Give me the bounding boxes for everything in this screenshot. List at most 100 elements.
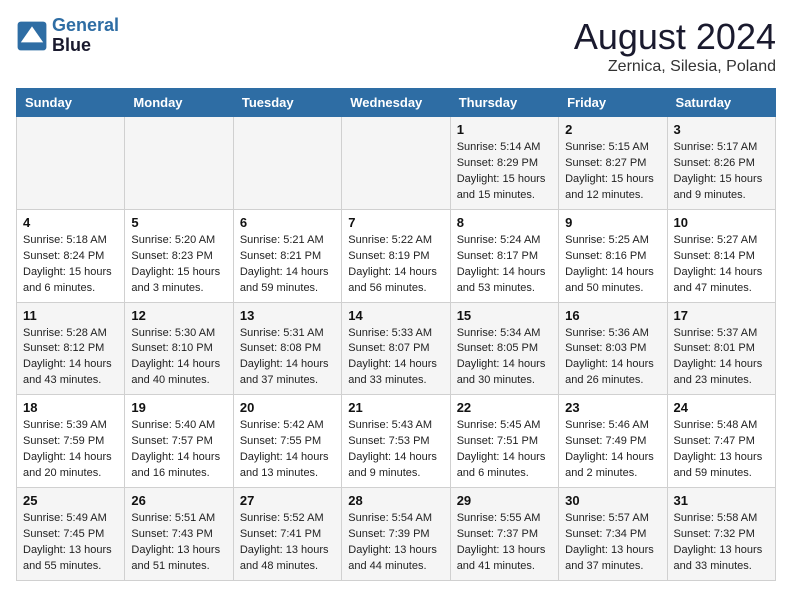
calendar-cell: 27 Sunrise: 5:52 AM Sunset: 7:41 PM Dayli…: [233, 488, 341, 581]
day-info: Sunrise: 5:22 AM Sunset: 8:19 PM Dayligh…: [348, 233, 443, 297]
calendar-cell: 19 Sunrise: 5:40 AM Sunset: 7:57 PM Dayli…: [125, 395, 233, 488]
day-info: Sunrise: 5:54 AM Sunset: 7:39 PM Dayligh…: [348, 511, 443, 575]
day-number: 14: [348, 308, 443, 323]
day-number: 27: [240, 493, 335, 508]
day-info: Sunrise: 5:52 AM Sunset: 7:41 PM Dayligh…: [240, 511, 335, 575]
calendar-cell: 22Sunrise: 5:45 AM Sunset: 7:51 PM Dayli…: [450, 395, 558, 488]
calendar-cell: 9 Sunrise: 5:25 AM Sunset: 8:16 PM Daylig…: [559, 209, 667, 302]
day-number: 8: [457, 215, 552, 230]
day-number: 15: [457, 308, 552, 323]
calendar-cell: 23 Sunrise: 5:46 AM Sunset: 7:49 PM Dayli…: [559, 395, 667, 488]
calendar-cell: 18 Sunrise: 5:39 AM Sunset: 7:59 PM Dayli…: [17, 395, 125, 488]
calendar-cell: 16 Sunrise: 5:36 AM Sunset: 8:03 PM Dayli…: [559, 302, 667, 395]
calendar-week-3: 11 Sunrise: 5:28 AM Sunset: 8:12 PM Dayli…: [17, 302, 776, 395]
day-number: 29: [457, 493, 552, 508]
weekday-header-monday: Monday: [125, 89, 233, 117]
location: Zernica, Silesia, Poland: [574, 58, 776, 76]
day-number: 4: [23, 215, 118, 230]
day-info: Sunrise: 5:37 AM Sunset: 8:01 PM Dayligh…: [674, 326, 769, 390]
calendar-cell: 10Sunrise: 5:27 AM Sunset: 8:14 PM Dayli…: [667, 209, 775, 302]
day-number: 10: [674, 215, 769, 230]
weekday-header-sunday: Sunday: [17, 89, 125, 117]
logo-line2: Blue: [52, 36, 119, 56]
calendar-cell: 24Sunrise: 5:48 AM Sunset: 7:47 PM Dayli…: [667, 395, 775, 488]
weekday-header-wednesday: Wednesday: [342, 89, 450, 117]
day-info: Sunrise: 5:21 AM Sunset: 8:21 PM Dayligh…: [240, 233, 335, 297]
calendar-cell: 29 Sunrise: 5:55 AM Sunset: 7:37 PM Dayli…: [450, 488, 558, 581]
calendar-cell: 6Sunrise: 5:21 AM Sunset: 8:21 PM Daylig…: [233, 209, 341, 302]
day-number: 13: [240, 308, 335, 323]
calendar-table: SundayMondayTuesdayWednesdayThursdayFrid…: [16, 88, 776, 581]
title-section: August 2024 Zernica, Silesia, Poland: [574, 16, 776, 76]
weekday-header-saturday: Saturday: [667, 89, 775, 117]
day-number: 22: [457, 400, 552, 415]
weekday-header-friday: Friday: [559, 89, 667, 117]
day-number: 5: [131, 215, 226, 230]
day-info: Sunrise: 5:40 AM Sunset: 7:57 PM Dayligh…: [131, 418, 226, 482]
day-info: Sunrise: 5:15 AM Sunset: 8:27 PM Dayligh…: [565, 140, 660, 204]
day-number: 16: [565, 308, 660, 323]
day-number: 26: [131, 493, 226, 508]
day-info: Sunrise: 5:14 AM Sunset: 8:29 PM Dayligh…: [457, 140, 552, 204]
calendar-body: 1Sunrise: 5:14 AM Sunset: 8:29 PM Daylig…: [17, 117, 776, 581]
calendar-cell: [125, 117, 233, 210]
calendar-cell: [342, 117, 450, 210]
day-info: Sunrise: 5:33 AM Sunset: 8:07 PM Dayligh…: [348, 326, 443, 390]
logo-line1: General: [52, 15, 119, 35]
day-info: Sunrise: 5:25 AM Sunset: 8:16 PM Dayligh…: [565, 233, 660, 297]
calendar-cell: 17 Sunrise: 5:37 AM Sunset: 8:01 PM Dayli…: [667, 302, 775, 395]
day-number: 20: [240, 400, 335, 415]
day-info: Sunrise: 5:20 AM Sunset: 8:23 PM Dayligh…: [131, 233, 226, 297]
day-number: 3: [674, 122, 769, 137]
day-info: Sunrise: 5:31 AM Sunset: 8:08 PM Dayligh…: [240, 326, 335, 390]
day-number: 28: [348, 493, 443, 508]
day-info: Sunrise: 5:46 AM Sunset: 7:49 PM Dayligh…: [565, 418, 660, 482]
day-number: 21: [348, 400, 443, 415]
weekday-header-thursday: Thursday: [450, 89, 558, 117]
day-number: 23: [565, 400, 660, 415]
calendar-week-1: 1Sunrise: 5:14 AM Sunset: 8:29 PM Daylig…: [17, 117, 776, 210]
day-info: Sunrise: 5:36 AM Sunset: 8:03 PM Dayligh…: [565, 326, 660, 390]
day-info: Sunrise: 5:58 AM Sunset: 7:32 PM Dayligh…: [674, 511, 769, 575]
calendar-cell: 5 Sunrise: 5:20 AM Sunset: 8:23 PM Daylig…: [125, 209, 233, 302]
calendar-header: SundayMondayTuesdayWednesdayThursdayFrid…: [17, 89, 776, 117]
day-number: 17: [674, 308, 769, 323]
calendar-cell: 13 Sunrise: 5:31 AM Sunset: 8:08 PM Dayli…: [233, 302, 341, 395]
day-info: Sunrise: 5:24 AM Sunset: 8:17 PM Dayligh…: [457, 233, 552, 297]
day-info: Sunrise: 5:42 AM Sunset: 7:55 PM Dayligh…: [240, 418, 335, 482]
day-number: 9: [565, 215, 660, 230]
day-info: Sunrise: 5:28 AM Sunset: 8:12 PM Dayligh…: [23, 326, 118, 390]
calendar-week-4: 18 Sunrise: 5:39 AM Sunset: 7:59 PM Dayli…: [17, 395, 776, 488]
month-year: August 2024: [574, 16, 776, 58]
day-number: 25: [23, 493, 118, 508]
calendar-cell: 4 Sunrise: 5:18 AM Sunset: 8:24 PM Daylig…: [17, 209, 125, 302]
weekday-header-row: SundayMondayTuesdayWednesdayThursdayFrid…: [17, 89, 776, 117]
calendar-week-2: 4 Sunrise: 5:18 AM Sunset: 8:24 PM Daylig…: [17, 209, 776, 302]
weekday-header-tuesday: Tuesday: [233, 89, 341, 117]
logo: General Blue: [16, 16, 119, 56]
calendar-cell: 30Sunrise: 5:57 AM Sunset: 7:34 PM Dayli…: [559, 488, 667, 581]
day-number: 18: [23, 400, 118, 415]
day-number: 11: [23, 308, 118, 323]
day-info: Sunrise: 5:55 AM Sunset: 7:37 PM Dayligh…: [457, 511, 552, 575]
day-number: 30: [565, 493, 660, 508]
calendar-cell: 26 Sunrise: 5:51 AM Sunset: 7:43 PM Dayli…: [125, 488, 233, 581]
day-info: Sunrise: 5:43 AM Sunset: 7:53 PM Dayligh…: [348, 418, 443, 482]
day-number: 24: [674, 400, 769, 415]
calendar-cell: 12Sunrise: 5:30 AM Sunset: 8:10 PM Dayli…: [125, 302, 233, 395]
logo-text: General Blue: [52, 16, 119, 56]
day-number: 19: [131, 400, 226, 415]
day-number: 31: [674, 493, 769, 508]
calendar-cell: 3Sunrise: 5:17 AM Sunset: 8:26 PM Daylig…: [667, 117, 775, 210]
calendar-cell: [233, 117, 341, 210]
calendar-week-5: 25Sunrise: 5:49 AM Sunset: 7:45 PM Dayli…: [17, 488, 776, 581]
calendar-cell: 8 Sunrise: 5:24 AM Sunset: 8:17 PM Daylig…: [450, 209, 558, 302]
day-number: 7: [348, 215, 443, 230]
day-info: Sunrise: 5:18 AM Sunset: 8:24 PM Dayligh…: [23, 233, 118, 297]
day-info: Sunrise: 5:51 AM Sunset: 7:43 PM Dayligh…: [131, 511, 226, 575]
day-number: 2: [565, 122, 660, 137]
calendar-cell: 7 Sunrise: 5:22 AM Sunset: 8:19 PM Daylig…: [342, 209, 450, 302]
calendar-cell: 20 Sunrise: 5:42 AM Sunset: 7:55 PM Dayli…: [233, 395, 341, 488]
day-info: Sunrise: 5:39 AM Sunset: 7:59 PM Dayligh…: [23, 418, 118, 482]
calendar-cell: [17, 117, 125, 210]
